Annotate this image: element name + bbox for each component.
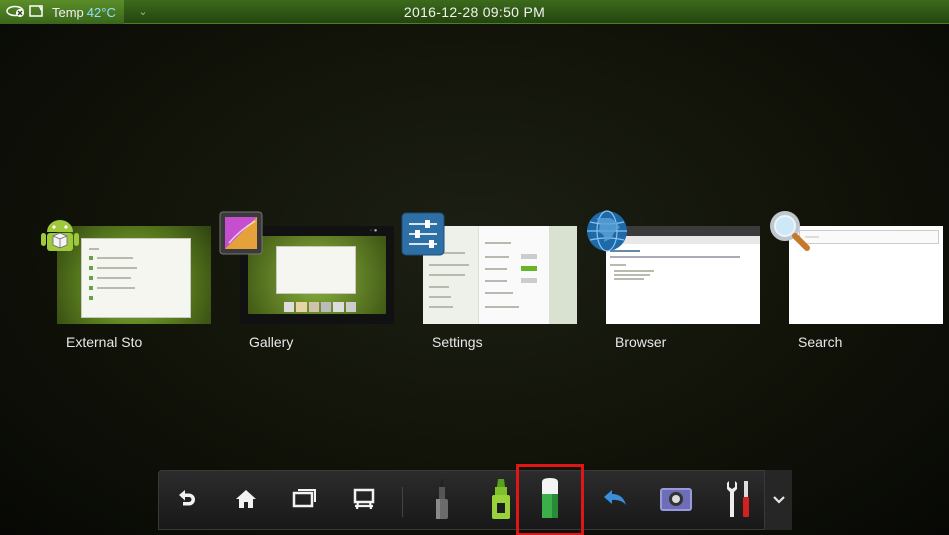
highlighter-icon [489,477,513,526]
magnifier-icon [767,208,813,254]
back-button[interactable] [167,479,207,523]
back-icon [175,487,199,516]
eraser-icon [538,476,562,525]
desktop-button[interactable] [344,479,384,523]
status-datetime: 2016-12-28 09:50 PM [403,4,546,20]
bottom-toolbar [158,464,792,535]
recent-apps-screen: Temp 42°C ⌄ 2016-12-28 09:50 PM External… [0,0,949,535]
settings-icon [401,212,447,258]
eraser-button[interactable] [516,464,584,535]
pen-icon [431,477,453,526]
camera-icon [659,485,693,518]
recent-apps-button[interactable] [285,479,325,523]
undo-icon [601,487,629,516]
android-icon [37,210,83,256]
toolbar-more-button[interactable] [764,470,792,530]
recent-app-label: Settings [432,334,483,350]
globe-icon [584,208,630,254]
chevron-down-icon [772,492,786,508]
home-button[interactable] [226,479,266,523]
status-bar: Temp 42°C ⌄ 2016-12-28 09:50 PM [0,0,949,24]
camera-button[interactable] [656,479,696,523]
recent-app-label: Gallery [249,334,294,350]
recent-app-label: Search [798,334,843,350]
undo-button[interactable] [595,479,635,523]
highlighter-button[interactable] [481,477,521,526]
tools-button[interactable] [719,479,759,523]
desktop-icon [352,487,376,516]
gallery-icon [219,211,265,257]
home-icon [234,487,258,516]
recent-app-label: Browser [615,334,667,350]
pen-button[interactable] [422,477,462,526]
recent-apps-icon [292,487,318,516]
tools-icon [724,479,754,524]
recent-app-label: External Sto [66,334,143,350]
toolbar-divider [402,487,403,517]
